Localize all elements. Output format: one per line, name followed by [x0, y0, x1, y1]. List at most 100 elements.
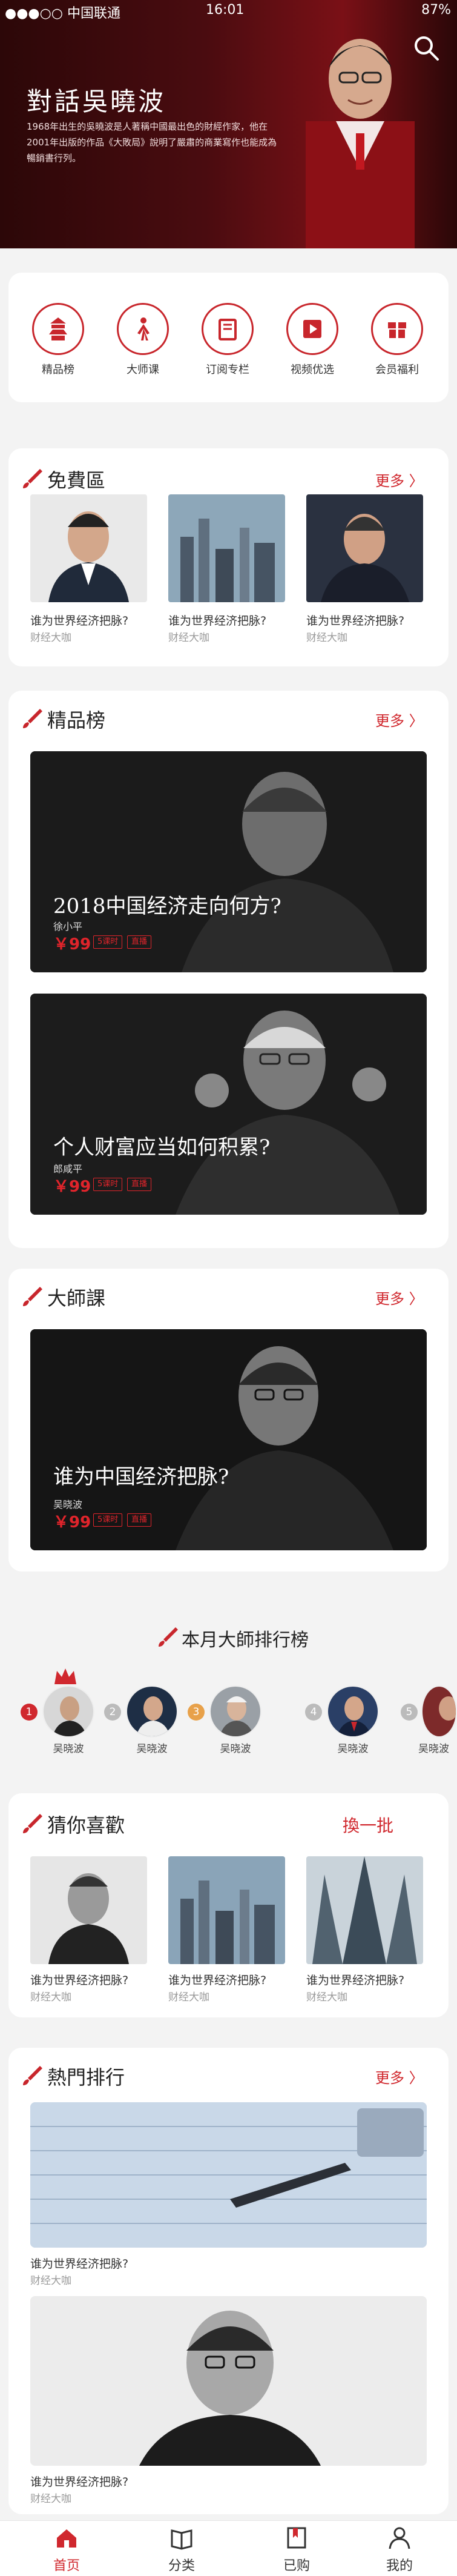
section-title: 本月大師排行榜	[182, 1630, 309, 1651]
brush-icon	[23, 709, 42, 728]
more-link[interactable]: 更多 〉	[375, 2066, 424, 2087]
thumb-image[interactable]	[306, 494, 423, 602]
banner-title: 谁为中国经济把脉?	[53, 1465, 229, 1489]
tag-badge: 直播	[127, 935, 152, 949]
tag-badge: 5课时	[93, 935, 123, 949]
section-title: 熱門排行	[47, 2066, 125, 2089]
thumb-image[interactable]	[168, 494, 285, 602]
avatar[interactable]	[421, 1685, 457, 1738]
course-banner[interactable]: 个人财富应当如何积累? 郎咸平 ￥99 5课时 直播	[30, 994, 427, 1215]
price-label: ￥99	[53, 1178, 91, 1196]
nav-item-master[interactable]: 大师课	[107, 303, 179, 377]
nav-item-premium[interactable]: 精品榜	[22, 303, 94, 377]
hero-portrait	[306, 39, 415, 248]
thumb-image[interactable]	[30, 1856, 147, 1964]
tab-label: 我的	[386, 2558, 413, 2574]
home-icon	[57, 2529, 76, 2548]
thumb-image[interactable]	[30, 494, 147, 602]
tab-profile[interactable]: 我的	[369, 2526, 430, 2574]
item-title[interactable]: 谁为世界经济把脉?	[30, 612, 151, 628]
rank-number: 3	[188, 1704, 205, 1721]
section-title: 大師課	[47, 1287, 106, 1310]
guess-section-card: 猜你喜歡 換一批 谁为世界经济把脉? 财经大咖 谁为世界经济把脉? 财经大咖 谁…	[8, 1793, 449, 2017]
refresh-button[interactable]: 換一批	[343, 1813, 393, 1837]
tab-label: 首页	[53, 2558, 80, 2574]
tag-badge: 直播	[127, 1513, 152, 1527]
hot-item-image[interactable]	[30, 2296, 427, 2466]
search-icon[interactable]	[412, 34, 440, 62]
rank-number: 4	[305, 1704, 322, 1721]
person-icon	[389, 2527, 410, 2549]
item-title[interactable]: 谁为世界经济把脉?	[168, 612, 289, 628]
more-link[interactable]: 更多 〉	[375, 469, 424, 490]
pagoda-icon	[32, 303, 84, 355]
more-link[interactable]: 更多 〉	[375, 709, 424, 730]
item-subtitle: 财经大咖	[306, 1991, 347, 2003]
brush-icon	[159, 1627, 178, 1647]
status-bar: ●●●○○ 中国联通 16:01 87%	[0, 0, 457, 21]
brush-figure-icon	[117, 303, 169, 355]
tag-badge: 5课时	[93, 1513, 123, 1527]
item-title[interactable]: 谁为世界经济把脉?	[306, 1971, 427, 1988]
banner-title: 个人财富应当如何积累?	[53, 1135, 271, 1160]
avatar[interactable]	[327, 1685, 379, 1738]
rank-number: 1	[21, 1704, 38, 1721]
item-subtitle: 财经大咖	[30, 2493, 71, 2505]
banner-author: 吴晓波	[53, 1499, 83, 1510]
course-banner[interactable]: 2018中国经济走向何方? 徐小平 ￥99 5课时 直播	[30, 751, 427, 972]
section-title: 免費區	[47, 469, 106, 492]
battery-label: 87%	[421, 2, 451, 18]
thumb-image[interactable]	[306, 1856, 423, 1964]
brush-icon	[23, 469, 42, 488]
hot-section-card: 熱門排行 更多 〉 谁为世界经济把脉? 财经大咖 谁为世界经济把脉? 财经大咖	[8, 2048, 449, 2514]
nav-label: 精品榜	[42, 363, 74, 376]
section-title: 精品榜	[47, 709, 106, 732]
carrier-label: ●●●○○ 中国联通	[5, 6, 120, 21]
gift-icon	[371, 303, 423, 355]
avatar[interactable]	[209, 1685, 261, 1738]
item-title[interactable]: 谁为世界经济把脉?	[30, 1971, 151, 1988]
quick-nav-card: 精品榜 大师课 订阅专栏 视频优选 会员福利	[8, 273, 449, 402]
rank-name: 吴晓波	[136, 1743, 168, 1755]
thumb-image[interactable]	[168, 1856, 285, 1964]
avatar[interactable]	[42, 1685, 94, 1738]
course-banner[interactable]: 谁为中国经济把脉? 吴晓波 ￥99 5课时 直播	[30, 1329, 427, 1550]
premium-section-card: 精品榜 更多 〉 2018中国经济走向何方? 徐小平 ￥99 5课时 直播 个人…	[8, 691, 449, 1248]
crown-icon	[54, 1668, 76, 1684]
item-subtitle: 财经大咖	[168, 632, 209, 644]
item-title[interactable]: 谁为世界经济把脉?	[168, 1971, 289, 1988]
video-icon	[286, 303, 338, 355]
banner-author: 徐小平	[53, 921, 83, 932]
bottom-tab-bar: 首页 分类 已购 我的	[0, 2520, 457, 2576]
hot-item-image[interactable]	[30, 2102, 427, 2248]
banner-author: 郎咸平	[53, 1163, 83, 1175]
tab-category[interactable]: 分类	[151, 2526, 212, 2574]
price-label: ￥99	[53, 1513, 91, 1532]
price-label: ￥99	[53, 935, 91, 954]
avatar[interactable]	[126, 1685, 178, 1738]
nav-label: 会员福利	[375, 363, 419, 376]
nav-label: 订阅专栏	[206, 363, 249, 376]
tab-home[interactable]: 首页	[36, 2526, 97, 2574]
item-subtitle: 财经大咖	[30, 2275, 71, 2287]
brush-icon	[23, 2066, 42, 2085]
item-subtitle: 财经大咖	[306, 632, 347, 644]
tab-purchased[interactable]: 已购	[266, 2526, 327, 2574]
master-section-card: 大師課 更多 〉 谁为中国经济把脉? 吴晓波 ￥99 5课时 直播	[8, 1269, 449, 1572]
rank-name: 吴晓波	[418, 1743, 449, 1755]
item-title[interactable]: 谁为世界经济把脉?	[30, 2473, 151, 2489]
nav-item-subscribe[interactable]: 订阅专栏	[191, 303, 264, 377]
nav-item-video[interactable]: 视频优选	[276, 303, 349, 377]
free-section-card: 免費區 更多 〉 谁为世界经济把脉? 财经大咖 谁为世界经济把脉? 财经大咖 谁…	[8, 448, 449, 666]
rank-name: 吴晓波	[220, 1743, 251, 1755]
item-title[interactable]: 谁为世界经济把脉?	[306, 612, 427, 628]
item-title[interactable]: 谁为世界经济把脉?	[30, 2255, 151, 2271]
tag-badge: 直播	[127, 1178, 152, 1191]
nav-item-gift[interactable]: 会员福利	[361, 303, 433, 377]
rank-number: 2	[104, 1704, 121, 1721]
rank-number: 5	[401, 1704, 418, 1721]
item-subtitle: 财经大咖	[168, 1991, 209, 2003]
nav-label: 视频优选	[291, 363, 334, 376]
rank-name: 吴晓波	[53, 1743, 84, 1755]
more-link[interactable]: 更多 〉	[375, 1287, 424, 1308]
